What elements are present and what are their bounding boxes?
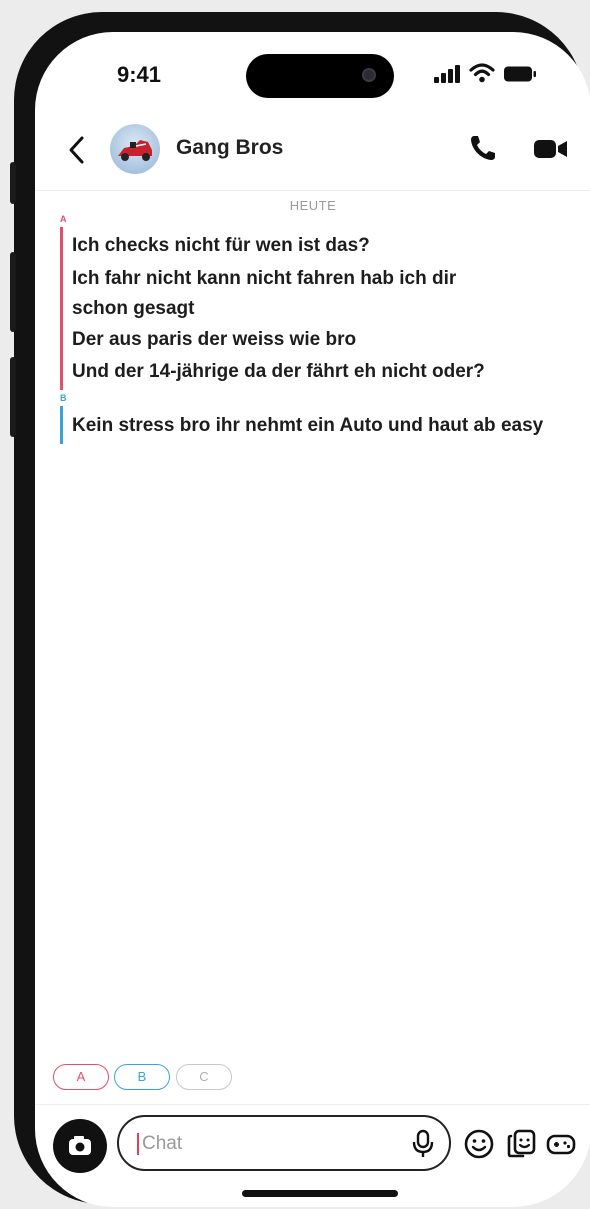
text-caret: [137, 1133, 139, 1155]
home-indicator: [242, 1190, 398, 1197]
chat-title[interactable]: Gang Bros: [176, 136, 283, 160]
sticker-icon[interactable]: [505, 1128, 537, 1160]
phone-frame: 9:41 Gang Bros HEUTE A Ich checks nicht …: [10, 12, 590, 1207]
date-separator: HEUTE: [289, 198, 337, 213]
message-text: Der aus paris der weiss wie bro: [72, 329, 357, 350]
screen: 9:41 Gang Bros HEUTE A Ich checks nicht …: [35, 32, 590, 1207]
chat-input[interactable]: Chat: [117, 1115, 451, 1171]
phone-icon[interactable]: [467, 132, 499, 164]
wifi-icon: [469, 63, 495, 83]
message-text: Und der 14-jährige da der fährt eh nicht…: [72, 361, 485, 382]
camera-icon: [69, 1136, 91, 1155]
status-bar: 9:41: [35, 32, 590, 112]
chat-header: Gang Bros: [35, 112, 590, 191]
status-time: 9:41: [117, 62, 162, 87]
chip-a[interactable]: A: [53, 1064, 109, 1090]
message-text: Ich checks nicht für wen ist das?: [72, 235, 370, 256]
front-camera-icon: [362, 68, 376, 82]
sender-label-a: A: [60, 214, 67, 224]
signal-icon: [434, 65, 460, 83]
dynamic-island: [246, 54, 394, 98]
side-button-volume-up: [10, 252, 16, 332]
smiley-icon[interactable]: [463, 1128, 495, 1160]
message-text: schon gesagt: [72, 298, 195, 319]
microphone-icon[interactable]: [411, 1129, 435, 1159]
chip-b[interactable]: B: [114, 1064, 170, 1090]
gamepad-icon[interactable]: [545, 1128, 577, 1160]
battery-icon: [504, 66, 536, 82]
message-text: Kein stress bro ihr nehmt ein Auto und h…: [72, 415, 544, 436]
chip-c[interactable]: C: [176, 1064, 232, 1090]
group-avatar[interactable]: [110, 124, 160, 174]
sender-bar-b: [60, 406, 63, 444]
race-car-icon: [118, 140, 152, 161]
chevron-left-icon[interactable]: [63, 132, 91, 168]
side-button-volume-down: [10, 357, 16, 437]
camera-button[interactable]: [53, 1119, 107, 1173]
chat-placeholder: Chat: [142, 1133, 183, 1154]
sender-label-b: B: [60, 393, 67, 403]
side-button-mute: [10, 162, 16, 204]
sender-bar-a: [60, 227, 63, 390]
message-text: Ich fahr nicht kann nicht fahren hab ich…: [72, 268, 457, 289]
video-camera-icon[interactable]: [533, 134, 569, 164]
